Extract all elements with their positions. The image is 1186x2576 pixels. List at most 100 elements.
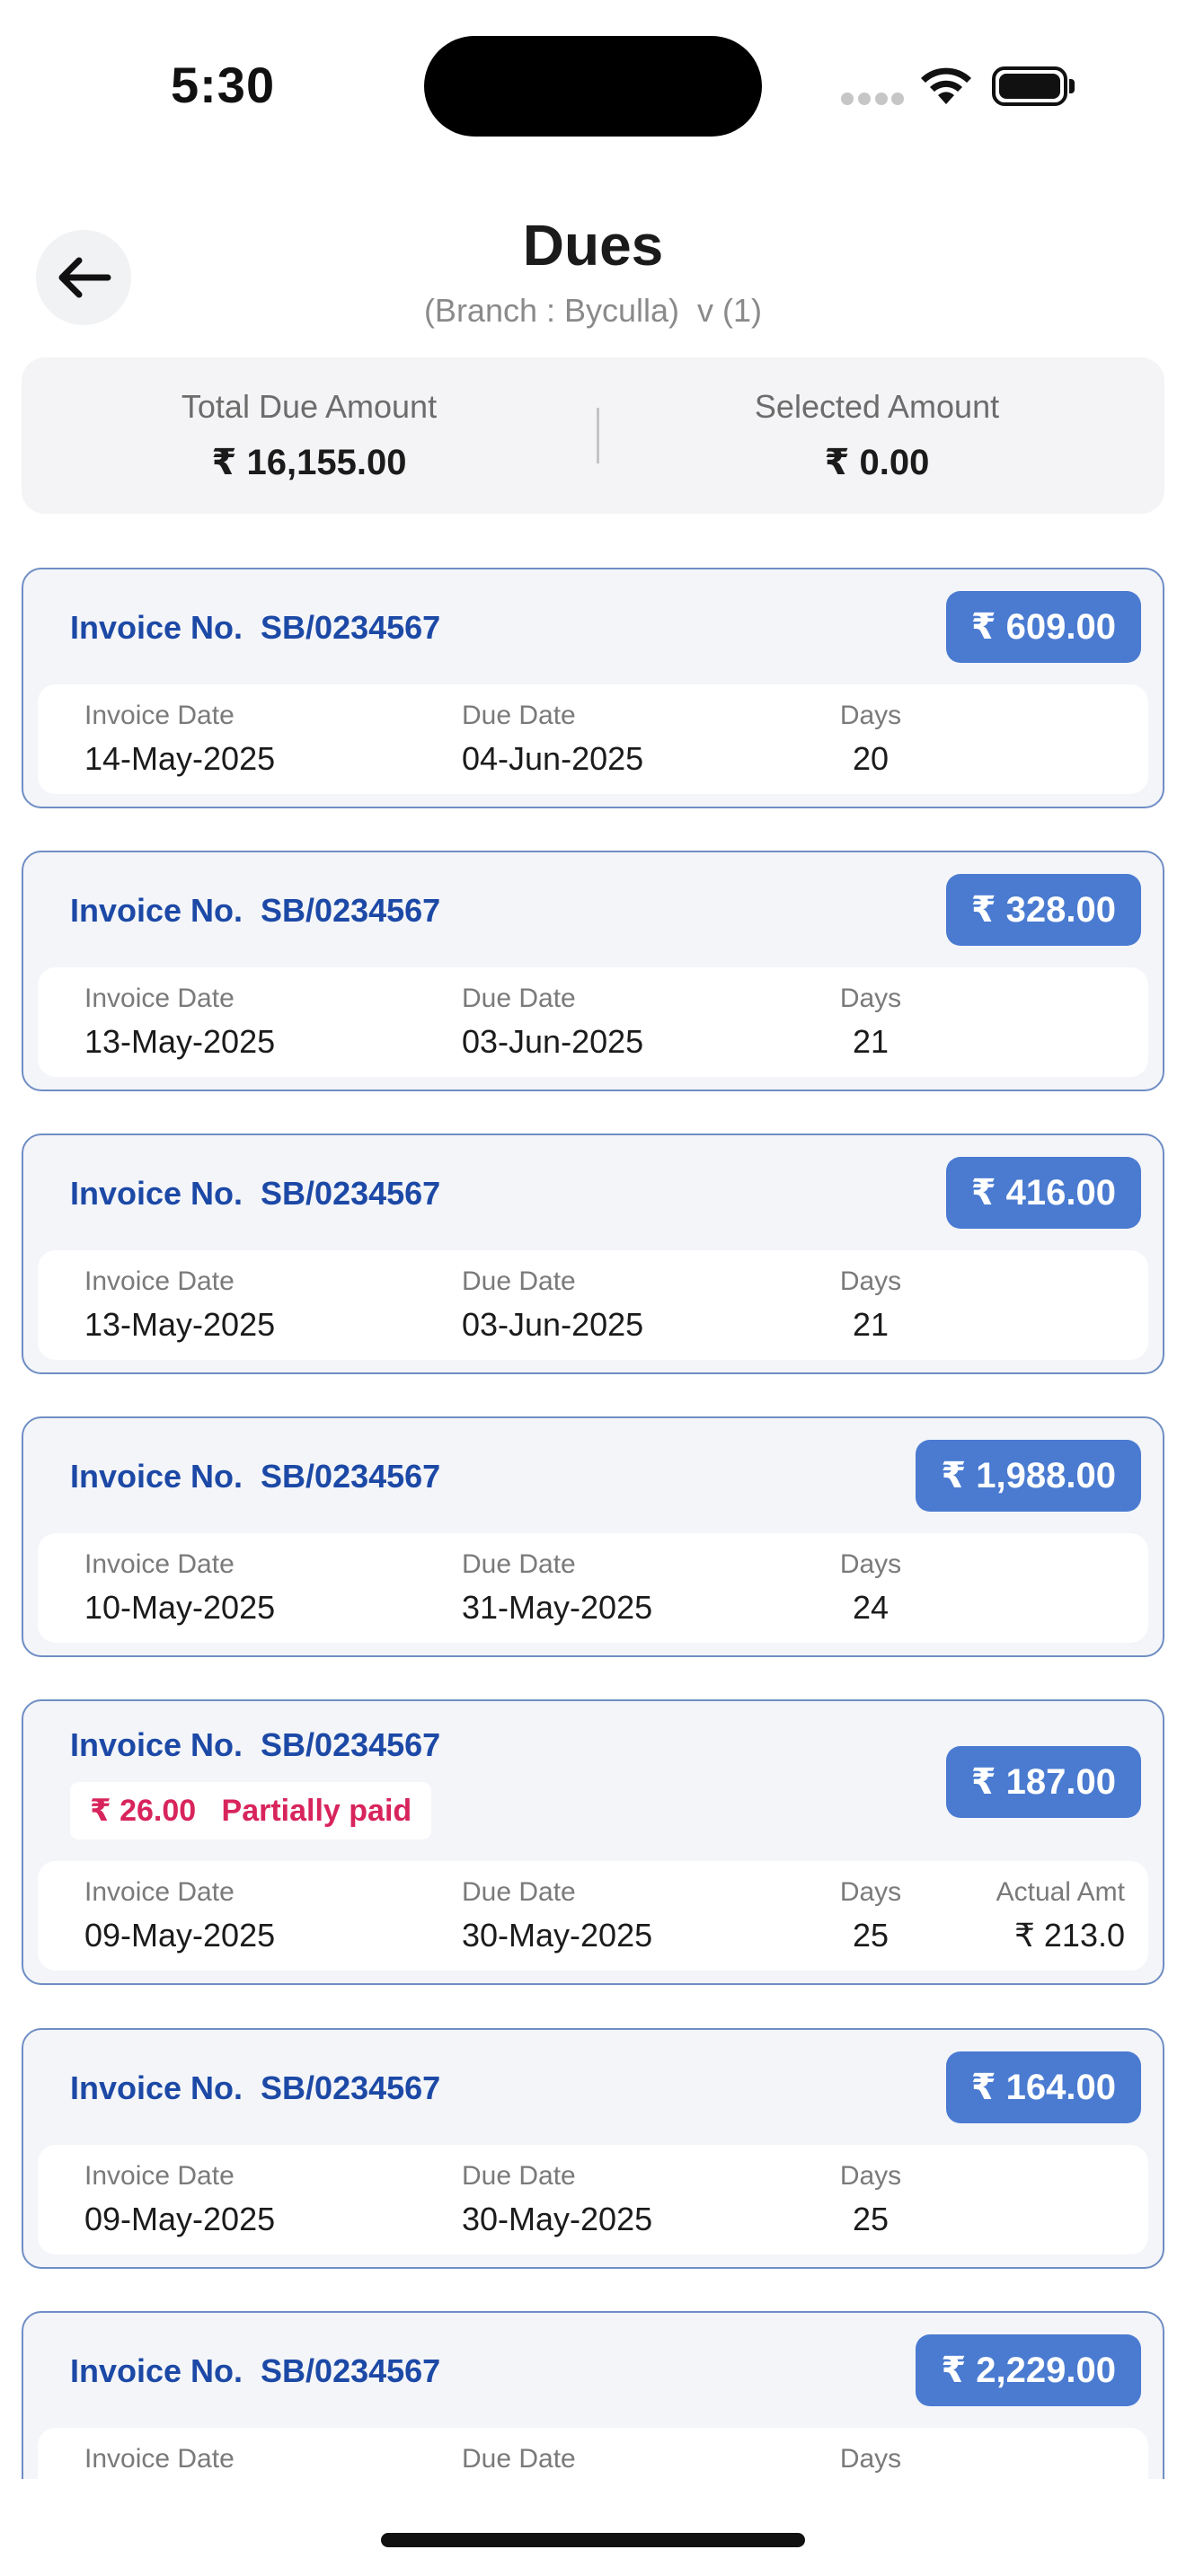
invoice-date-value: 14-May-2025 <box>84 740 276 777</box>
invoice-details: Invoice Date 13-May-2025 Due Date 03-Jun… <box>38 967 1148 1077</box>
page-title: Dues <box>522 213 664 278</box>
partially-paid-tag: ₹ 26.00 Partially paid <box>70 1782 432 1839</box>
invoice-date-label: Invoice Date <box>84 2161 235 2191</box>
invoice-number: Invoice No. SB/0234567 <box>70 892 441 929</box>
days-label: Days <box>839 1549 902 1579</box>
days-value: 21 <box>852 1306 890 1343</box>
invoice-number: Invoice No. SB/0234567 <box>70 2069 441 2106</box>
invoice-number: Invoice No. SB/0234567 <box>70 609 441 646</box>
days-label: Days <box>839 2444 902 2474</box>
summary-divider <box>597 408 599 463</box>
days-field: Days <box>837 2444 904 2475</box>
amount-badge: ₹ 187.00 <box>945 1746 1141 1818</box>
days-value: 25 <box>852 1917 890 1954</box>
due-date-label: Due Date <box>462 2444 576 2474</box>
selected-amount-block: Selected Amount ₹ 0.00 <box>625 388 1128 483</box>
status-bar: 5:30 <box>0 0 1186 171</box>
invoice-date-label: Invoice Date <box>84 1877 235 1907</box>
days-field: Days 21 <box>837 984 904 1061</box>
selected-amount-value: ₹ 0.00 <box>824 443 930 482</box>
total-due-value: ₹ 16,155.00 <box>211 443 407 482</box>
invoice-card[interactable]: Invoice No. SB/0234567 ₹ 416.00 Invoice … <box>22 1134 1164 1374</box>
due-date-field: Due Date 30-May-2025 <box>462 1877 652 1954</box>
dues-summary: Total Due Amount ₹ 16,155.00 Selected Am… <box>22 357 1164 514</box>
amount-badge: ₹ 1,988.00 <box>916 1440 1141 1512</box>
bottom-safe-area <box>0 2479 1186 2576</box>
invoice-details: Invoice Date 10-May-2025 Due Date 31-May… <box>38 1533 1148 1643</box>
due-date-value: 31-May-2025 <box>462 1589 653 1626</box>
days-field: Days 25 <box>837 2161 904 2238</box>
invoice-date-value: 13-May-2025 <box>84 1023 276 1060</box>
invoice-card[interactable]: Invoice No. SB/0234567 ₹ 1,988.00 Invoic… <box>22 1416 1164 1657</box>
amount-badge: ₹ 164.00 <box>945 2051 1141 2123</box>
due-date-label: Due Date <box>462 1877 576 1907</box>
amount-badge: ₹ 416.00 <box>945 1157 1141 1229</box>
invoice-date-label: Invoice Date <box>84 701 235 730</box>
days-value: 20 <box>852 740 890 777</box>
amount-badge: ₹ 609.00 <box>945 591 1141 663</box>
invoice-details: Invoice Date 14-May-2025 Due Date 04-Jun… <box>38 684 1148 794</box>
days-field: Days 25 <box>837 1877 904 1954</box>
due-date-label: Due Date <box>462 1549 576 1579</box>
due-date-value: 30-May-2025 <box>462 2201 653 2237</box>
due-date-field: Due Date 30-May-2025 <box>462 2161 652 2238</box>
days-label: Days <box>839 984 902 1013</box>
days-value: 25 <box>852 2201 890 2237</box>
days-label: Days <box>839 1877 902 1907</box>
due-date-field: Due Date 31-May-2025 <box>462 1549 652 1627</box>
status-time: 5:30 <box>171 57 276 113</box>
invoice-details: Invoice Date 09-May-2025 Due Date 30-May… <box>38 2145 1148 2254</box>
invoice-details: Invoice Date 13-May-2025 Due Date 03-Jun… <box>38 1250 1148 1360</box>
invoice-date-field: Invoice Date 09-May-2025 <box>84 2161 275 2238</box>
invoice-date-label: Invoice Date <box>84 2444 235 2474</box>
dynamic-island <box>424 36 762 137</box>
dues-screen: 5:30 Dues (Branch : Byculla) v (1) Total… <box>0 0 1186 2576</box>
invoice-date-field: Invoice Date 14-May-2025 <box>84 701 275 778</box>
invoice-card[interactable]: Invoice No. SB/0234567 ₹ 26.00 Partially… <box>22 1699 1164 1985</box>
actual-amount-value: ₹ 213.0 <box>1014 1917 1125 1954</box>
due-date-field: Due Date <box>462 2444 576 2475</box>
invoice-date-label: Invoice Date <box>84 984 235 1013</box>
invoice-date-value: 09-May-2025 <box>84 1917 276 1954</box>
due-date-field: Due Date 03-Jun-2025 <box>462 1266 643 1344</box>
invoice-date-value: 10-May-2025 <box>84 1589 276 1626</box>
invoice-card[interactable]: Invoice No. SB/0234567 ₹ 609.00 Invoice … <box>22 568 1164 808</box>
days-field: Days 24 <box>837 1549 904 1627</box>
actual-amount-label: Actual Amt <box>996 1877 1125 1907</box>
invoice-details: Invoice Date 09-May-2025 Due Date 30-May… <box>38 1861 1148 1971</box>
days-label: Days <box>839 701 902 730</box>
days-field: Days 21 <box>837 1266 904 1344</box>
invoice-number: Invoice No. SB/0234567 <box>70 2352 441 2389</box>
total-due-block: Total Due Amount ₹ 16,155.00 <box>58 388 561 483</box>
cellular-signal-icon <box>841 93 904 105</box>
invoice-date-value: 09-May-2025 <box>84 2201 276 2237</box>
days-value: 24 <box>852 1589 890 1626</box>
invoice-number: Invoice No. SB/0234567 <box>70 1726 441 1763</box>
due-date-label: Due Date <box>462 984 576 1013</box>
invoice-date-label: Invoice Date <box>84 1549 235 1579</box>
days-field: Days 20 <box>837 701 904 778</box>
invoice-date-label: Invoice Date <box>84 1266 235 1296</box>
due-date-label: Due Date <box>462 1266 576 1296</box>
due-date-field: Due Date 04-Jun-2025 <box>462 701 643 778</box>
branch-subtitle: (Branch : Byculla) v (1) <box>423 292 763 329</box>
invoice-number: Invoice No. SB/0234567 <box>70 1175 441 1212</box>
wifi-icon <box>921 67 971 104</box>
invoice-date-field: Invoice Date 10-May-2025 <box>84 1549 275 1627</box>
due-date-label: Due Date <box>462 701 576 730</box>
invoice-date-value: 13-May-2025 <box>84 1306 276 1343</box>
battery-icon <box>992 66 1075 106</box>
selected-amount-label: Selected Amount <box>754 388 1000 425</box>
total-due-label: Total Due Amount <box>181 388 438 425</box>
due-date-value: 04-Jun-2025 <box>462 740 644 777</box>
invoice-date-field: Invoice Date 13-May-2025 <box>84 984 275 1061</box>
days-label: Days <box>839 2161 902 2191</box>
invoice-date-field: Invoice Date 09-May-2025 <box>84 1877 275 1954</box>
invoice-card[interactable]: Invoice No. SB/0234567 ₹ 328.00 Invoice … <box>22 851 1164 1091</box>
amount-badge: ₹ 328.00 <box>945 874 1141 946</box>
due-date-value: 03-Jun-2025 <box>462 1306 644 1343</box>
home-indicator[interactable] <box>381 2533 805 2547</box>
amount-badge: ₹ 2,229.00 <box>916 2334 1141 2406</box>
invoice-card[interactable]: Invoice No. SB/0234567 ₹ 164.00 Invoice … <box>22 2028 1164 2269</box>
due-date-value: 30-May-2025 <box>462 1917 653 1954</box>
